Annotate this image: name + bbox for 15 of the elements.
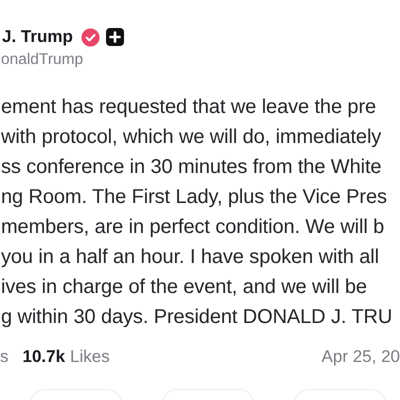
- post-text-line: you in a half an hour. I have spoken with all: [1, 245, 380, 270]
- post-text-line: ement has requested that we leave the pre: [1, 95, 378, 120]
- post-text-line: ng Room. The First Lady, plus the Vice Pres: [1, 185, 388, 210]
- author-handle: onaldTrump: [1, 51, 84, 69]
- likes-label: Likes: [70, 347, 110, 367]
- post-text-line: g within 30 days. President DONALD J. TRU: [1, 305, 394, 330]
- post-text-line: ss conference in 30 minutes from the White: [1, 155, 382, 180]
- post-text-line: members, are in perfect condition. We will b: [1, 215, 386, 240]
- author-name[interactable]: J. Trump: [2, 27, 73, 47]
- post-text-line: with protocol, which we will do, immediately: [1, 125, 382, 150]
- likes-count: 10.7k: [22, 347, 66, 367]
- post-date: Apr 25, 20: [322, 347, 400, 367]
- post-text-line: ives in charge of the event, and we will be: [1, 275, 368, 300]
- stat-label: s: [0, 347, 8, 367]
- plus-icon[interactable]: [106, 28, 124, 46]
